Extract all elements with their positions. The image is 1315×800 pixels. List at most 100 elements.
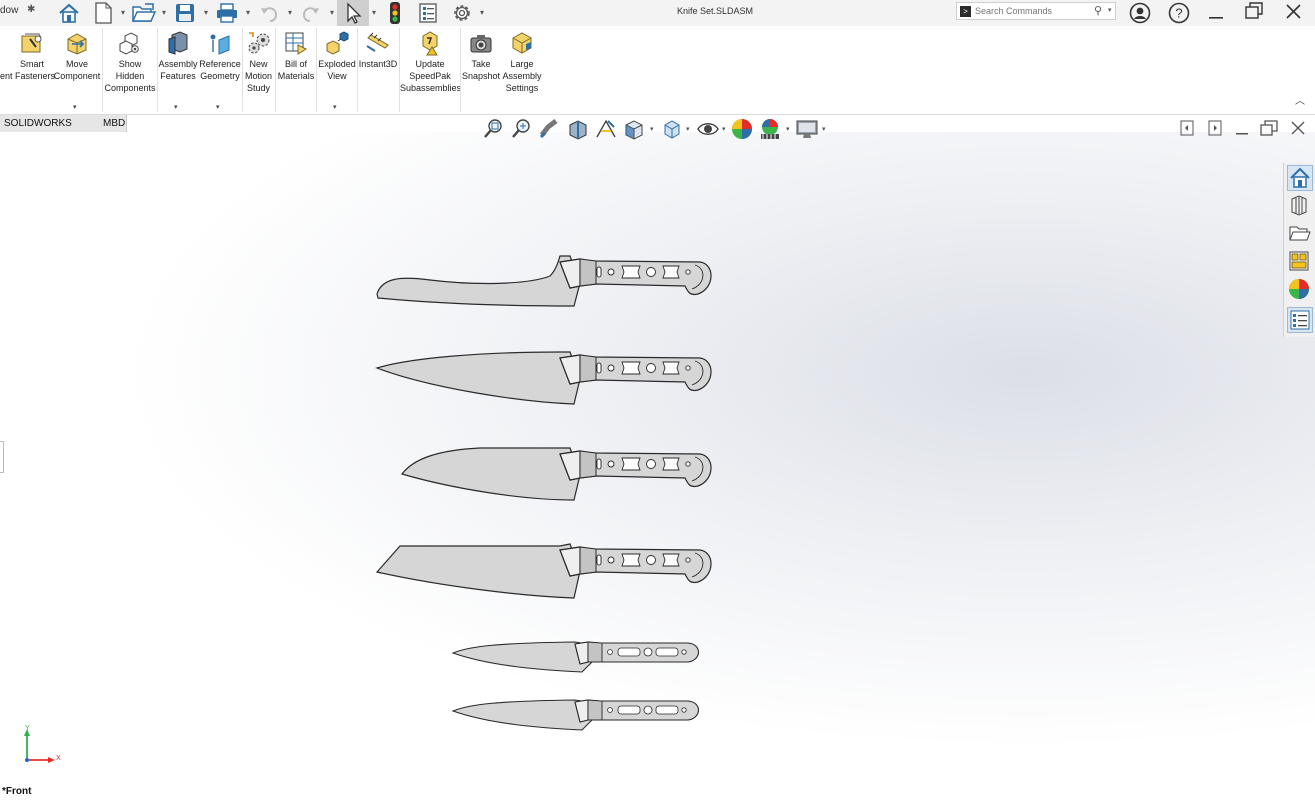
new-document-icon[interactable] [92, 0, 114, 26]
tile-left-icon[interactable] [1180, 120, 1194, 140]
assembly-model[interactable] [370, 250, 720, 740]
search-dropdown-icon[interactable]: ▾ [1108, 6, 1112, 14]
view-settings-icon[interactable] [795, 117, 819, 146]
assembly-features-label: Assembly Features [158, 59, 198, 81]
motion-study-icon [248, 32, 269, 54]
hide-show-items-icon[interactable] [696, 117, 720, 146]
update-speedpak-button[interactable]: Update SpeedPak Subassemblies [400, 26, 462, 114]
svg-text:?: ? [1175, 6, 1182, 21]
large-assembly-icon [512, 32, 532, 54]
tile-right-icon[interactable] [1208, 120, 1222, 140]
take-snapshot-button[interactable]: Take Snapshot [461, 26, 501, 114]
zoom-to-area-icon[interactable] [510, 117, 534, 146]
options-icon[interactable] [449, 0, 475, 26]
search-input[interactable] [975, 4, 1085, 18]
dynamic-annotation-views-icon[interactable] [594, 117, 618, 146]
solidworks-resources-icon[interactable] [1287, 165, 1313, 191]
knife-3 [400, 447, 712, 501]
exploded-view-dropdown-icon[interactable]: ▾ [333, 103, 337, 111]
hide-show-dropdown-icon[interactable]: ▾ [722, 125, 726, 133]
instant3d-label: Instant3D [358, 59, 398, 69]
rebuild-icon[interactable] [384, 0, 406, 26]
save-dropdown-icon[interactable]: ▾ [204, 8, 208, 17]
camera-icon [470, 35, 492, 53]
viewport-restore-icon[interactable] [1260, 120, 1278, 140]
show-hidden-components-button[interactable]: Show Hidden Components [103, 26, 157, 114]
section-view-icon[interactable] [566, 117, 590, 146]
feature-manager-flyout-handle[interactable] [0, 441, 4, 473]
search-commands-box[interactable]: > ⚲ ▾ [956, 2, 1116, 20]
instant3d-button[interactable]: Instant3D [358, 26, 398, 114]
exploded-view-button[interactable]: Exploded View [317, 26, 357, 114]
new-motion-study-button[interactable]: New Motion Study [243, 26, 274, 114]
minimize-icon[interactable] [1208, 0, 1224, 24]
show-hidden-components-icon [119, 32, 139, 55]
exploded-view-icon [326, 31, 349, 55]
search-icon[interactable]: ⚲ [1094, 4, 1102, 17]
triad-y-label: Y [25, 725, 30, 732]
edit-appearance-icon[interactable] [730, 117, 754, 146]
view-palette-icon[interactable] [1287, 249, 1313, 275]
help-icon[interactable]: ? [1167, 0, 1191, 26]
viewport-minimize-icon[interactable] [1235, 120, 1249, 140]
view-orientation-dropdown-icon[interactable]: ▾ [650, 125, 654, 133]
select-icon[interactable] [337, 0, 369, 26]
large-assembly-settings-button[interactable]: Large Assembly Settings [501, 26, 543, 114]
restore-icon[interactable] [1244, 0, 1264, 24]
redo-dropdown-icon[interactable]: ▾ [330, 8, 334, 17]
display-style-dropdown-icon[interactable]: ▾ [686, 125, 690, 133]
open-dropdown-icon[interactable]: ▾ [162, 8, 166, 17]
appearances-scenes-icon[interactable] [1287, 277, 1313, 303]
design-library-icon[interactable] [1287, 193, 1313, 219]
file-explorer-icon[interactable] [1287, 221, 1313, 247]
file-properties-icon[interactable] [416, 0, 440, 26]
title-bar: dow ✱ ▾ ▾ ▾ ▾ ▾ ▾ ▾ ▾ Knife Set.SLDASM > [0, 0, 1315, 26]
print-dropdown-icon[interactable]: ▾ [246, 8, 250, 17]
select-dropdown-icon[interactable]: ▾ [372, 8, 376, 17]
close-icon[interactable] [1284, 0, 1302, 24]
options-dropdown-icon[interactable]: ▾ [480, 8, 484, 17]
apply-scene-icon[interactable] [758, 117, 782, 146]
print-icon[interactable] [214, 0, 240, 26]
collapse-ribbon-icon[interactable]: ︿ [1295, 92, 1305, 107]
custom-properties-icon[interactable] [1287, 307, 1313, 333]
move-component-button[interactable]: Move Component [52, 26, 102, 114]
undo-dropdown-icon[interactable]: ▾ [288, 8, 292, 17]
update-speedpak-label: Update SpeedPak Subassemblies [400, 59, 462, 93]
menu-window-fragment[interactable]: dow [0, 5, 18, 16]
move-component-dropdown-icon[interactable]: ▾ [73, 103, 77, 111]
large-assembly-settings-label: Large Assembly Settings [502, 59, 542, 93]
save-icon[interactable] [172, 0, 198, 26]
pin-icon[interactable]: ✱ [27, 4, 35, 15]
reference-geometry-label: Reference Geometry [199, 59, 241, 81]
undo-icon[interactable] [256, 0, 282, 26]
bill-of-materials-button[interactable]: Bill of Materials [276, 26, 316, 114]
display-style-icon[interactable] [660, 117, 684, 146]
reference-geometry-dropdown-icon[interactable]: ▾ [216, 103, 220, 111]
speedpak-icon [422, 31, 438, 56]
ribbon-button-partial[interactable]: ent Fasteners [0, 26, 56, 114]
user-account-icon[interactable] [1128, 0, 1152, 26]
previous-view-icon[interactable] [538, 117, 562, 146]
open-icon[interactable] [130, 0, 158, 26]
assembly-features-dropdown-icon[interactable]: ▾ [174, 103, 178, 111]
assembly-features-button[interactable]: Assembly Features [158, 26, 198, 114]
reference-geometry-button[interactable]: Reference Geometry [199, 26, 241, 114]
zoom-to-fit-icon[interactable] [482, 117, 506, 146]
document-title: Knife Set.SLDASM [676, 6, 754, 16]
smart-fasteners-button[interactable]: Smart [14, 26, 50, 114]
ribbon-label-partial: ent Fasteners [0, 71, 56, 81]
smart-fasteners-label: Smart [19, 59, 44, 69]
new-dropdown-icon[interactable]: ▾ [121, 8, 125, 17]
viewport-close-icon[interactable] [1291, 120, 1305, 140]
smart-fasteners-icon [21, 33, 42, 53]
home-icon[interactable] [56, 0, 82, 26]
view-orientation-icon[interactable] [622, 117, 646, 146]
tab-solidworks-add-ins[interactable]: SOLIDWORKS Add-Ins [0, 115, 100, 146]
apply-scene-dropdown-icon[interactable]: ▾ [786, 125, 790, 133]
exploded-view-label: Exploded View [318, 59, 356, 81]
tab-mbd[interactable]: MBD [99, 115, 127, 132]
view-settings-dropdown-icon[interactable]: ▾ [822, 125, 826, 133]
redo-icon[interactable] [298, 0, 324, 26]
move-component-label: Move Component [53, 59, 101, 81]
